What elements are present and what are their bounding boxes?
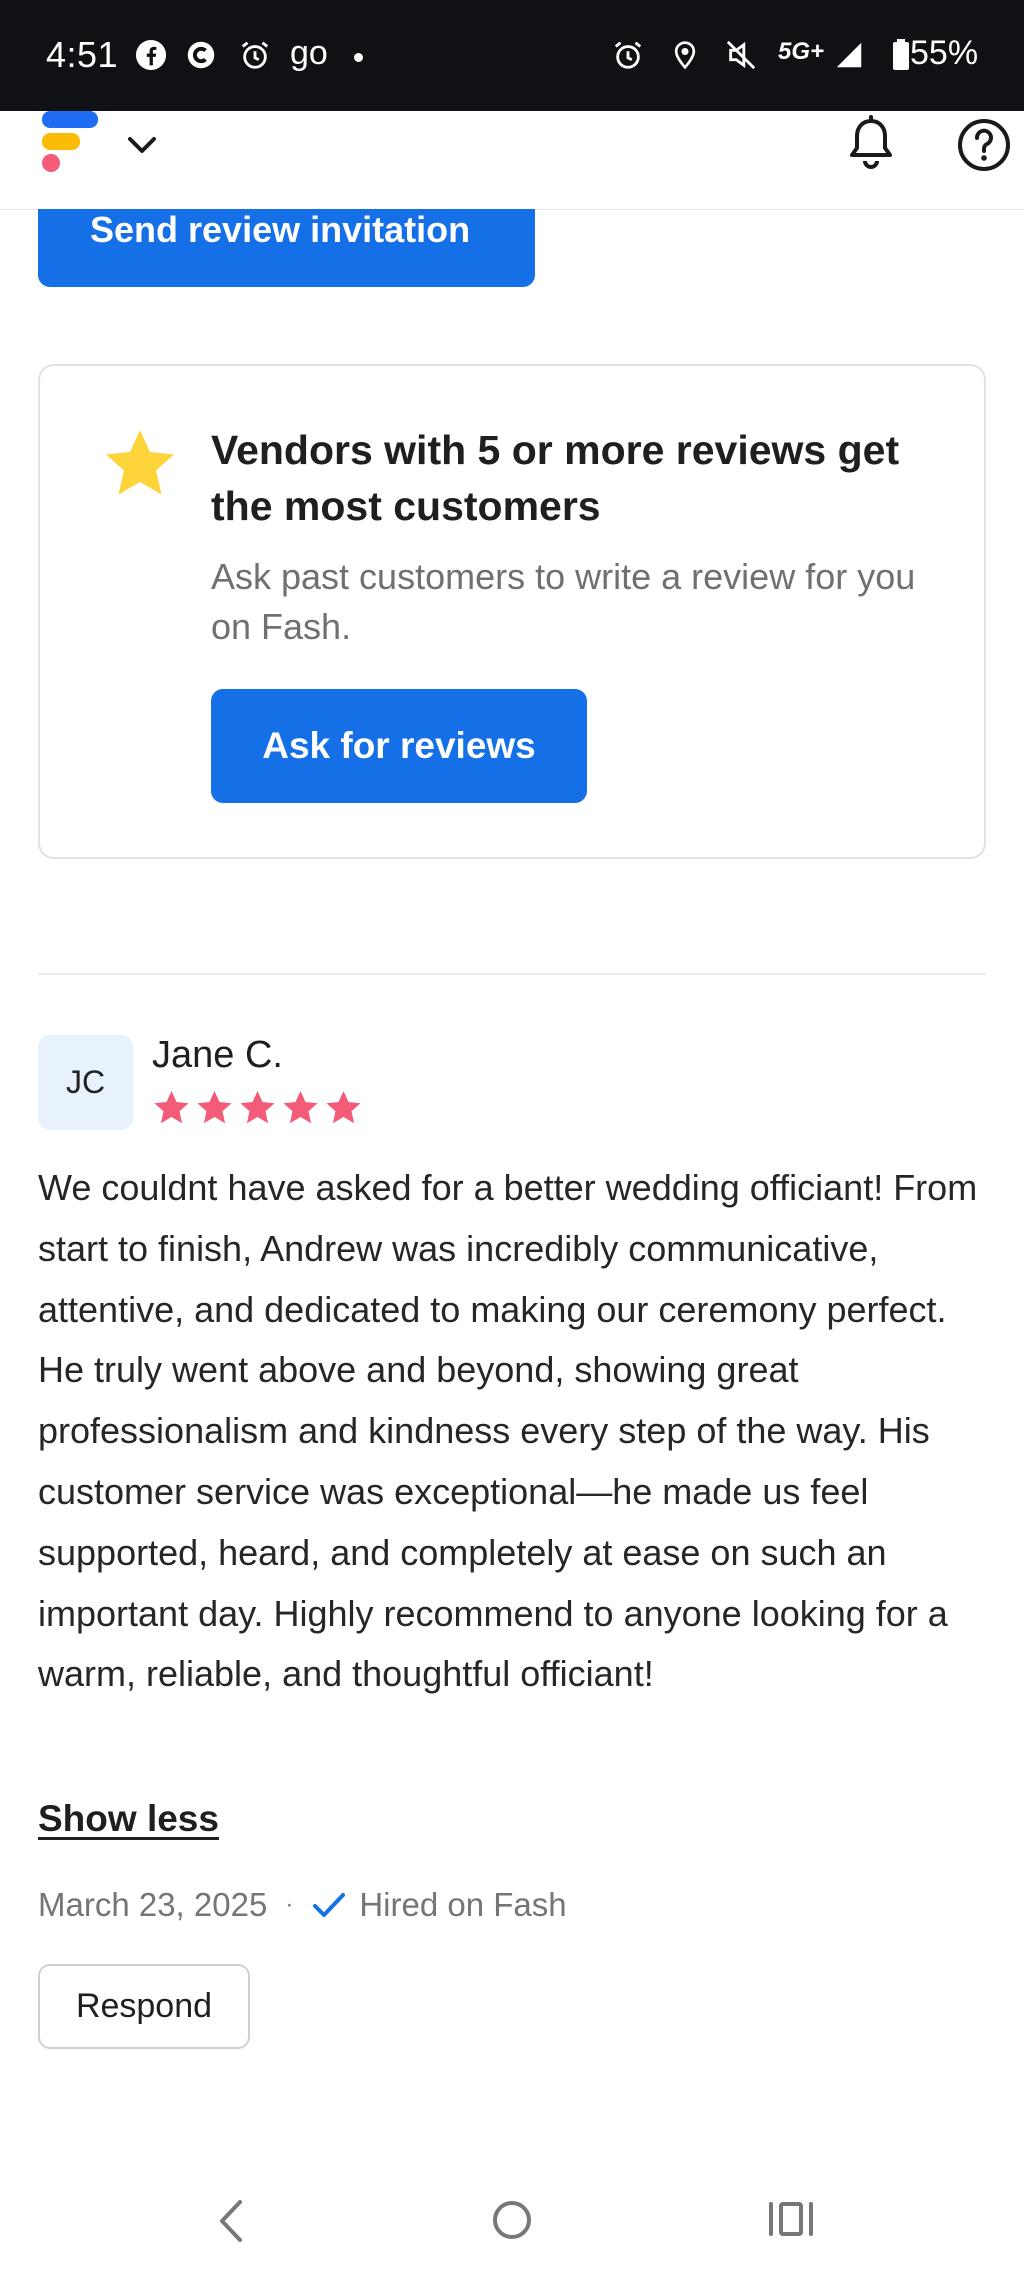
avatar: JC [38, 1035, 133, 1130]
promo-description: Ask past customers to write a review for… [211, 556, 916, 647]
rating-star-icon [154, 1091, 189, 1124]
help-icon[interactable] [956, 117, 1012, 173]
network-type: 5G+ [778, 38, 825, 65]
fash-logo-icon[interactable] [40, 111, 100, 173]
app-header [0, 111, 1024, 210]
facebook-icon [134, 38, 168, 72]
alarm-icon [611, 38, 645, 72]
reviewer-name: Jane C. [152, 1034, 283, 1076]
check-icon [313, 1893, 346, 1917]
rating-star-icon [197, 1091, 232, 1124]
show-less-link[interactable]: Show less [38, 1798, 219, 1840]
rating-star-icon [240, 1091, 275, 1124]
alarm-icon [238, 38, 272, 72]
chevron-down-icon[interactable] [124, 127, 160, 163]
location-icon [668, 38, 702, 72]
recent-apps-icon[interactable] [766, 2194, 816, 2244]
star-icon [104, 428, 176, 498]
status-bar: 4:51 go 5G+ 55% [0, 0, 1024, 111]
hired-badge: Hired on Fash [359, 1886, 567, 1923]
review-meta: March 23, 2025 · Hired on Fash [38, 1886, 567, 1924]
back-icon[interactable] [212, 2196, 252, 2246]
review-date: March 23, 2025 [38, 1886, 268, 1923]
send-review-invitation-button[interactable]: Send review invitation [38, 209, 535, 287]
battery-level: 55% [910, 34, 979, 72]
go-app-icon: go [290, 34, 328, 72]
review-promo-card: Vendors with 5 or more reviews get the m… [38, 364, 986, 859]
rating-star-icon [283, 1091, 318, 1124]
status-time: 4:51 [46, 34, 119, 75]
bell-icon[interactable] [846, 115, 896, 171]
send-review-invitation-label: Send review invitation [90, 209, 471, 250]
promo-title: Vendors with 5 or more reviews get the m… [211, 427, 900, 529]
review-text: We couldnt have asked for a better weddi… [38, 1167, 978, 1695]
ask-for-reviews-button[interactable]: Ask for reviews [211, 689, 587, 803]
rating-star-icon [326, 1091, 361, 1124]
home-icon[interactable] [488, 2196, 536, 2244]
signal-icon [832, 38, 866, 72]
section-divider [38, 973, 986, 975]
respond-button[interactable]: Respond [38, 1964, 250, 2049]
meta-separator: · [285, 1891, 294, 1918]
navigation-bar [0, 2170, 1024, 2276]
notification-dot-icon [354, 53, 363, 62]
star-rating [153, 1090, 362, 1126]
c-app-icon [184, 38, 218, 72]
mute-icon [724, 38, 758, 72]
